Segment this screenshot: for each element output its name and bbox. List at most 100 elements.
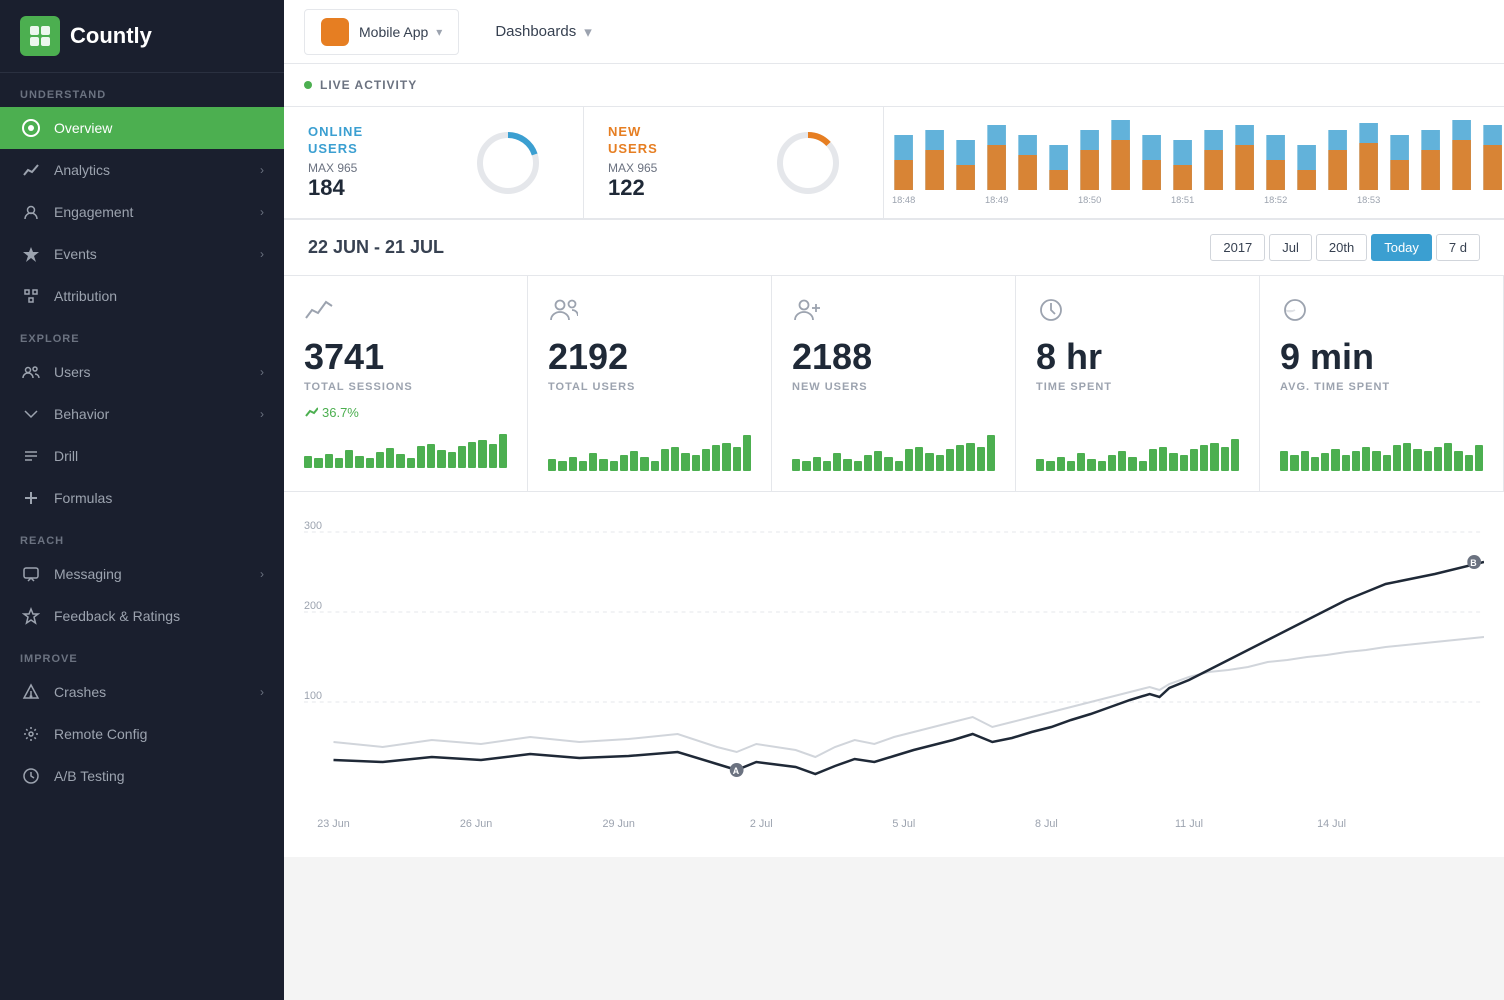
sidebar-item-label-attribution: Attribution	[54, 288, 264, 304]
dashboards-label: Dashboards	[495, 23, 576, 40]
svg-text:18:48: 18:48	[892, 195, 915, 205]
app-dropdown-arrow-icon: ▾	[436, 25, 442, 39]
events-icon	[20, 243, 42, 265]
new-users-icon	[792, 296, 822, 331]
sidebar-item-label-crashes: Crashes	[54, 684, 260, 700]
drill-icon	[20, 445, 42, 467]
total-users-label: TOTAL USERS	[548, 381, 635, 393]
filter-today[interactable]: Today	[1371, 234, 1432, 261]
stat-card-new-users: 2188 NEW USERS	[772, 276, 1016, 491]
date-range-label: 22 JUN - 21 JUL	[308, 237, 444, 258]
sidebar: Countly UNDERSTAND Overview Analytics › …	[0, 0, 284, 1000]
messaging-icon	[20, 563, 42, 585]
svg-text:18:52: 18:52	[1264, 195, 1287, 205]
live-online-users-card: ONLINEUSERS MAX 965184	[284, 107, 584, 218]
sidebar-item-messaging[interactable]: Messaging ›	[0, 553, 284, 595]
new-max-label: MAX 965122	[608, 161, 757, 201]
app-selector[interactable]: Mobile App ▾	[304, 9, 459, 55]
total-users-value: 2192	[548, 339, 628, 375]
total-users-icon	[548, 296, 578, 331]
svg-text:8 Jul: 8 Jul	[1035, 818, 1058, 830]
sidebar-item-feedback[interactable]: Feedback & Ratings	[0, 595, 284, 637]
sidebar-item-ab-testing[interactable]: A/B Testing	[0, 755, 284, 797]
svg-text:11 Jul: 11 Jul	[1175, 818, 1203, 830]
svg-text:2 Jul: 2 Jul	[750, 818, 773, 830]
sidebar-item-behavior[interactable]: Behavior ›	[0, 393, 284, 435]
new-users-label: NEW USERS	[792, 381, 868, 393]
filter-jul[interactable]: Jul	[1269, 234, 1312, 261]
live-activity-bar: LIVE ACTIVITY	[284, 64, 1504, 107]
filter-20th[interactable]: 20th	[1316, 234, 1367, 261]
app-name-label: Mobile App	[359, 24, 428, 40]
attribution-icon	[20, 285, 42, 307]
stat-card-time-spent: 8 hr TIME SPENT	[1016, 276, 1260, 491]
section-understand: UNDERSTAND	[0, 73, 284, 107]
svg-text:100: 100	[304, 690, 322, 702]
logo-icon	[20, 16, 60, 56]
online-max-label: MAX 965184	[308, 161, 457, 201]
sidebar-item-formulas[interactable]: Formulas	[0, 477, 284, 519]
sidebar-item-engagement[interactable]: Engagement ›	[0, 191, 284, 233]
sidebar-item-label-ab-testing: A/B Testing	[54, 768, 264, 784]
filter-7d[interactable]: 7 d	[1436, 234, 1480, 261]
time-spent-icon	[1036, 296, 1066, 331]
svg-text:18:51: 18:51	[1171, 195, 1194, 205]
formulas-icon	[20, 487, 42, 509]
time-spent-label: TIME SPENT	[1036, 381, 1112, 393]
time-spent-value: 8 hr	[1036, 339, 1102, 375]
sidebar-item-label-analytics: Analytics	[54, 162, 260, 178]
svg-text:29 Jun: 29 Jun	[602, 818, 634, 830]
main-line-chart: 300 200 100 A B 23 Jun 26 Jun 29 Jun	[284, 492, 1504, 857]
avg-time-label: AVG. TIME SPENT	[1280, 381, 1390, 393]
svg-text:14 Jul: 14 Jul	[1317, 818, 1346, 830]
sidebar-item-label-events: Events	[54, 246, 260, 262]
dashboards-button[interactable]: Dashboards ▾	[479, 15, 607, 49]
sidebar-item-drill[interactable]: Drill	[0, 435, 284, 477]
stat-card-sessions: 3741 TOTAL SESSIONS 36.7%	[284, 276, 528, 491]
sidebar-item-overview[interactable]: Overview	[0, 107, 284, 149]
sidebar-item-events[interactable]: Events ›	[0, 233, 284, 275]
sidebar-item-label-overview: Overview	[54, 120, 264, 136]
filter-2017[interactable]: 2017	[1210, 234, 1265, 261]
sidebar-item-attribution[interactable]: Attribution	[0, 275, 284, 317]
logo-area: Countly	[0, 0, 284, 73]
live-label: LIVE ACTIVITY	[284, 64, 437, 106]
sidebar-item-remote-config[interactable]: Remote Config	[0, 713, 284, 755]
time-spent-mini-chart	[1036, 431, 1239, 471]
users-arrow-icon: ›	[260, 365, 264, 379]
online-value: 184	[308, 175, 345, 200]
sidebar-item-label-feedback: Feedback & Ratings	[54, 608, 264, 624]
sidebar-item-users[interactable]: Users ›	[0, 351, 284, 393]
svg-text:B: B	[1470, 558, 1477, 568]
section-improve: IMPROVE	[0, 637, 284, 671]
new-users-mini-chart	[792, 431, 995, 471]
svg-text:200: 200	[304, 600, 322, 612]
svg-text:300: 300	[304, 520, 322, 532]
avg-time-mini-chart	[1280, 431, 1483, 471]
sidebar-item-crashes[interactable]: Crashes ›	[0, 671, 284, 713]
events-arrow-icon: ›	[260, 247, 264, 261]
live-new-text: NEWUSERS MAX 965122	[608, 124, 757, 202]
dashboards-arrow-icon: ▾	[584, 23, 592, 41]
sidebar-item-label-messaging: Messaging	[54, 566, 260, 582]
main-content: Mobile App ▾ Dashboards ▾ LIVE ACTIVITY …	[284, 0, 1504, 1000]
sidebar-item-analytics[interactable]: Analytics ›	[0, 149, 284, 191]
engagement-icon	[20, 201, 42, 223]
sessions-value: 3741	[304, 339, 384, 375]
sidebar-item-label-formulas: Formulas	[54, 490, 264, 506]
analytics-icon	[20, 159, 42, 181]
svg-text:A: A	[733, 766, 740, 776]
sessions-label: TOTAL SESSIONS	[304, 381, 413, 393]
behavior-arrow-icon: ›	[260, 407, 264, 421]
sessions-trend: 36.7%	[304, 405, 359, 420]
behavior-icon	[20, 403, 42, 425]
svg-text:23 Jun: 23 Jun	[317, 818, 349, 830]
messaging-arrow-icon: ›	[260, 567, 264, 581]
sidebar-item-label-drill: Drill	[54, 448, 264, 464]
total-users-mini-chart	[548, 431, 751, 471]
sidebar-item-label-remote-config: Remote Config	[54, 726, 264, 742]
live-bar-chart: 18:48 18:49 18:50 18:51 18:52 18:53	[884, 107, 1504, 218]
sidebar-item-label-behavior: Behavior	[54, 406, 260, 422]
crashes-arrow-icon: ›	[260, 685, 264, 699]
ab-testing-icon	[20, 765, 42, 787]
